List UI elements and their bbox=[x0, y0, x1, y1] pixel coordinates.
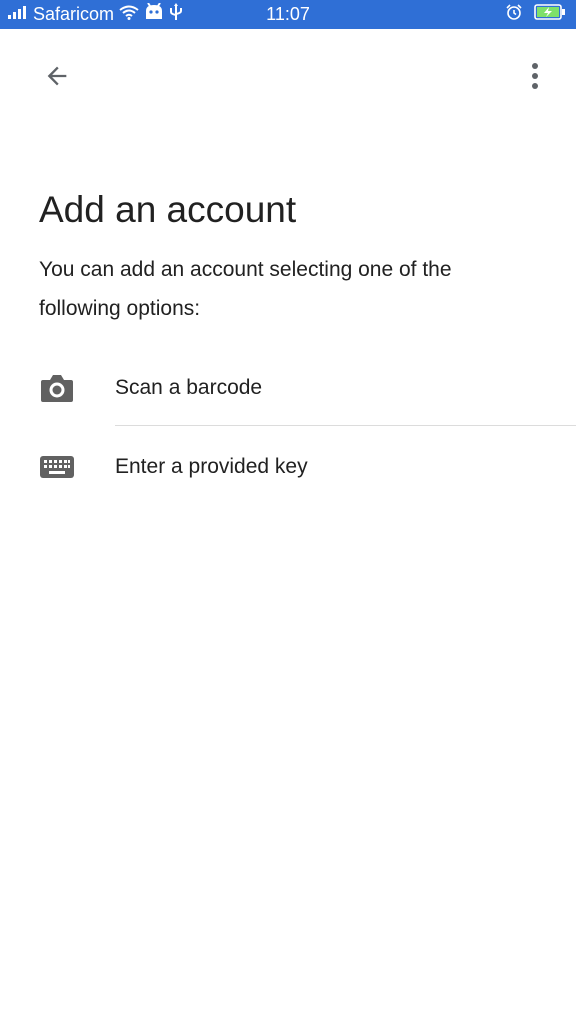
arrow-left-icon bbox=[43, 62, 71, 95]
clock: 11:07 bbox=[266, 4, 310, 24]
keyboard-icon bbox=[40, 450, 74, 484]
status-bar: Safaricom 11:07 bbox=[0, 0, 576, 29]
alarm-icon bbox=[506, 4, 522, 25]
camera-icon bbox=[40, 371, 74, 405]
more-options-button[interactable] bbox=[512, 55, 558, 101]
page-description: You can add an account selecting one of … bbox=[39, 258, 452, 320]
enter-key-option[interactable]: Enter a provided key bbox=[0, 428, 576, 506]
more-vert-icon bbox=[530, 62, 540, 95]
status-right bbox=[506, 0, 566, 29]
battery-charging-icon bbox=[534, 4, 566, 25]
enter-key-label: Enter a provided key bbox=[115, 455, 308, 478]
scan-barcode-option[interactable]: Scan a barcode bbox=[0, 349, 576, 427]
app-bar bbox=[0, 29, 576, 119]
page-title: Add an account bbox=[39, 189, 297, 230]
scan-barcode-label: Scan a barcode bbox=[115, 376, 263, 399]
back-button[interactable] bbox=[34, 55, 80, 101]
divider bbox=[115, 425, 576, 426]
